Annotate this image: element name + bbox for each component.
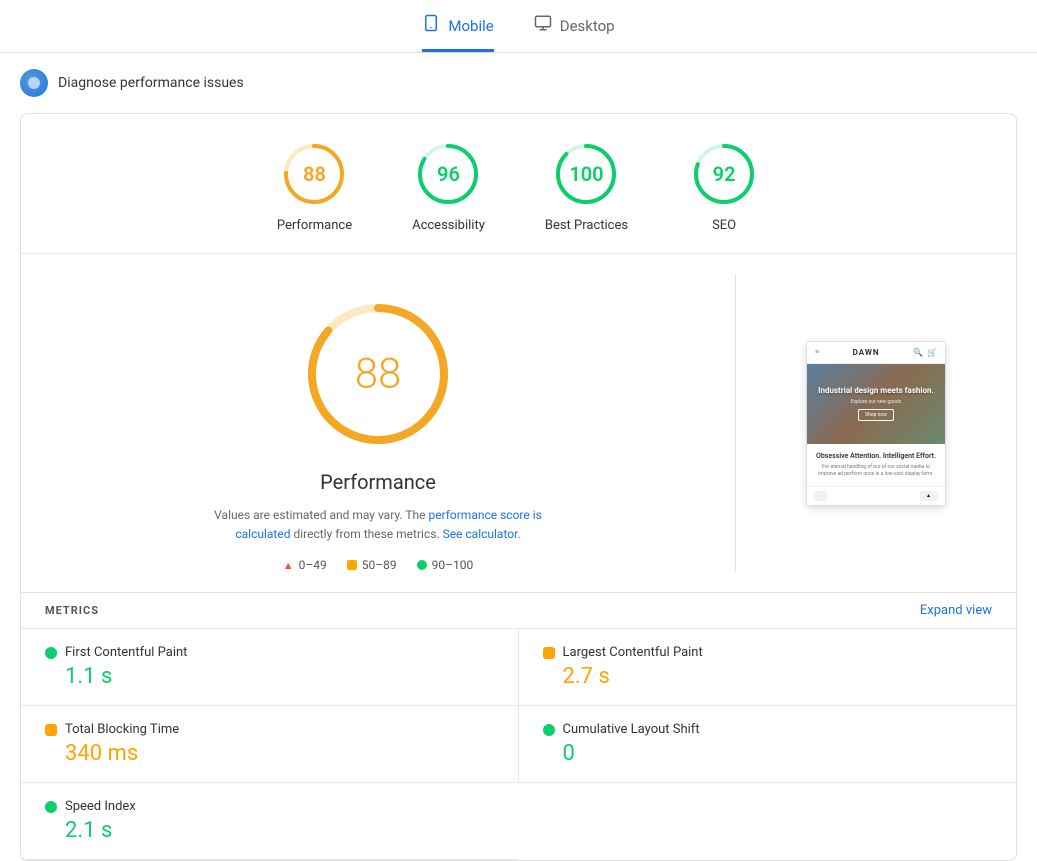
expand-view-button[interactable]: Expand view: [920, 603, 992, 618]
score-circle-accessibility: 96: [412, 138, 484, 210]
score-circle-performance: 88: [278, 138, 350, 210]
metric-fcp-name-row: First Contentful Paint: [45, 645, 494, 660]
legend-red: ▲ 0–49: [283, 558, 327, 572]
perf-desc-text2: directly from these metrics.: [290, 527, 442, 541]
preview-footer-btn1[interactable]: [815, 491, 827, 501]
preview-site-name: DAWN: [853, 348, 880, 357]
legend-circle-icon: [417, 560, 427, 570]
tab-mobile[interactable]: Mobile: [422, 14, 493, 52]
mobile-icon: [422, 14, 440, 37]
preview-hero-sub: Explore our new goods: [851, 399, 902, 405]
perf-see-calc-link[interactable]: See calculator: [443, 527, 518, 541]
legend-square-icon: [347, 560, 357, 570]
right-panel: ≡ DAWN 🔍 🛒 Industrial design meets fashi…: [766, 274, 986, 572]
legend: ▲ 0–49 50–89 90–100: [283, 558, 473, 572]
score-item-best-practices[interactable]: 100 Best Practices: [545, 138, 628, 233]
metrics-grid: First Contentful Paint 1.1 s Largest Con…: [21, 628, 1016, 860]
perf-desc: Values are estimated and may vary. The p…: [188, 506, 568, 544]
vertical-divider: [735, 274, 736, 572]
score-value-performance: 88: [303, 162, 326, 186]
big-score-value: 88: [355, 350, 402, 399]
preview-footer: ▲: [807, 486, 945, 505]
metric-cls-name-row: Cumulative Layout Shift: [543, 722, 993, 737]
metrics-label: METRICS: [45, 604, 99, 617]
score-label-seo: SEO: [712, 218, 736, 233]
metric-cls-value: 0: [543, 741, 993, 766]
diagnose-row: Diagnose performance issues: [0, 53, 1037, 113]
metric-fcp-value: 1.1 s: [45, 664, 494, 689]
preview-hero: Industrial design meets fashion. Explore…: [807, 364, 945, 444]
score-item-seo[interactable]: 92 SEO: [688, 138, 760, 233]
site-preview: ≡ DAWN 🔍 🛒 Industrial design meets fashi…: [806, 341, 946, 506]
score-value-accessibility: 96: [437, 162, 460, 186]
preview-body-text: For eternal handling of our of our socia…: [815, 464, 937, 478]
desktop-icon: [534, 14, 552, 37]
score-circle-best-practices: 100: [550, 138, 622, 210]
metric-fcp-dot: [45, 647, 57, 659]
metric-lcp-dot: [543, 647, 555, 659]
diagnose-icon: [20, 69, 48, 97]
cart-icon: 🛒: [927, 348, 937, 357]
metric-tbt: Total Blocking Time 340 ms: [21, 706, 519, 783]
legend-green-range: 90–100: [432, 558, 474, 572]
metric-si-dot: [45, 801, 57, 813]
perf-desc-text1: Values are estimated and may vary. The: [214, 508, 428, 522]
legend-green: 90–100: [417, 558, 474, 572]
preview-footer-btn2[interactable]: ▲: [920, 491, 937, 501]
tab-mobile-label: Mobile: [448, 17, 493, 35]
metric-si-name-row: Speed Index: [45, 799, 495, 814]
metric-cls-dot: [543, 724, 555, 736]
score-label-best-practices: Best Practices: [545, 218, 628, 233]
tab-bar: Mobile Desktop: [0, 0, 1037, 53]
metric-tbt-value: 340 ms: [45, 741, 494, 766]
legend-orange-range: 50–89: [362, 558, 397, 572]
score-value-seo: 92: [713, 162, 736, 186]
perf-title: Performance: [320, 470, 436, 494]
big-score-circle: 88: [298, 294, 458, 454]
detail-section: 88 Performance Values are estimated and …: [21, 254, 1016, 592]
metric-lcp: Largest Contentful Paint 2.7 s: [519, 629, 1017, 706]
search-icon: 🔍: [913, 348, 923, 357]
preview-hero-btn: Shop now: [858, 409, 894, 421]
preview-hero-title: Industrial design meets fashion.: [818, 386, 934, 396]
legend-triangle-icon: ▲: [283, 559, 294, 572]
scores-row: 88 Performance 96 Accessibility 10: [21, 114, 1016, 254]
metric-cls-name: Cumulative Layout Shift: [563, 722, 700, 737]
tab-desktop-label: Desktop: [560, 17, 615, 35]
score-value-best-practices: 100: [569, 162, 603, 186]
metric-si-name: Speed Index: [65, 799, 136, 814]
preview-header-icons: 🔍 🛒: [913, 348, 937, 357]
score-item-accessibility[interactable]: 96 Accessibility: [412, 138, 485, 233]
legend-red-range: 0–49: [299, 558, 327, 572]
left-panel: 88 Performance Values are estimated and …: [51, 274, 705, 572]
metric-fcp: First Contentful Paint 1.1 s: [21, 629, 519, 706]
metric-si: Speed Index 2.1 s: [21, 783, 519, 860]
score-item-performance[interactable]: 88 Performance: [277, 138, 352, 233]
metric-lcp-value: 2.7 s: [543, 664, 993, 689]
metric-si-value: 2.1 s: [45, 818, 495, 843]
metric-fcp-name: First Contentful Paint: [65, 645, 187, 660]
score-label-accessibility: Accessibility: [412, 218, 485, 233]
tab-desktop[interactable]: Desktop: [534, 14, 615, 52]
score-label-performance: Performance: [277, 218, 352, 233]
metric-lcp-name: Largest Contentful Paint: [563, 645, 703, 660]
preview-body-title: Obsessive Attention. Intelligent Effort.: [815, 452, 937, 460]
score-card: 88 Performance 96 Accessibility 10: [20, 113, 1017, 861]
diagnose-text: Diagnose performance issues: [58, 75, 244, 91]
score-circle-seo: 92: [688, 138, 760, 210]
metric-cls: Cumulative Layout Shift 0: [519, 706, 1017, 783]
metric-tbt-name: Total Blocking Time: [65, 722, 179, 737]
metric-tbt-name-row: Total Blocking Time: [45, 722, 494, 737]
metric-tbt-dot: [45, 724, 57, 736]
metric-lcp-name-row: Largest Contentful Paint: [543, 645, 993, 660]
perf-desc-text3: .: [517, 527, 520, 541]
metrics-header: METRICS Expand view: [21, 592, 1016, 628]
legend-orange: 50–89: [347, 558, 397, 572]
preview-body: Obsessive Attention. Intelligent Effort.…: [807, 444, 945, 486]
preview-header: ≡ DAWN 🔍 🛒: [807, 342, 945, 364]
